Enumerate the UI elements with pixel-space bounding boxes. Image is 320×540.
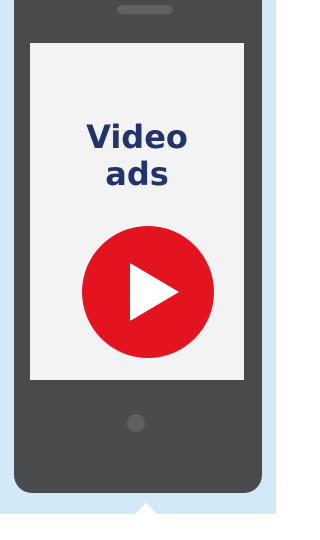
pointer-notch: [118, 503, 174, 531]
video-ads-title: Video ads: [86, 118, 188, 193]
home-button-icon: [127, 414, 145, 432]
phone-screen: Video ads: [30, 43, 244, 380]
play-icon: [130, 263, 179, 321]
play-button[interactable]: [82, 226, 214, 358]
phone-device: Video ads: [14, 0, 262, 493]
speaker-icon: [117, 5, 173, 14]
